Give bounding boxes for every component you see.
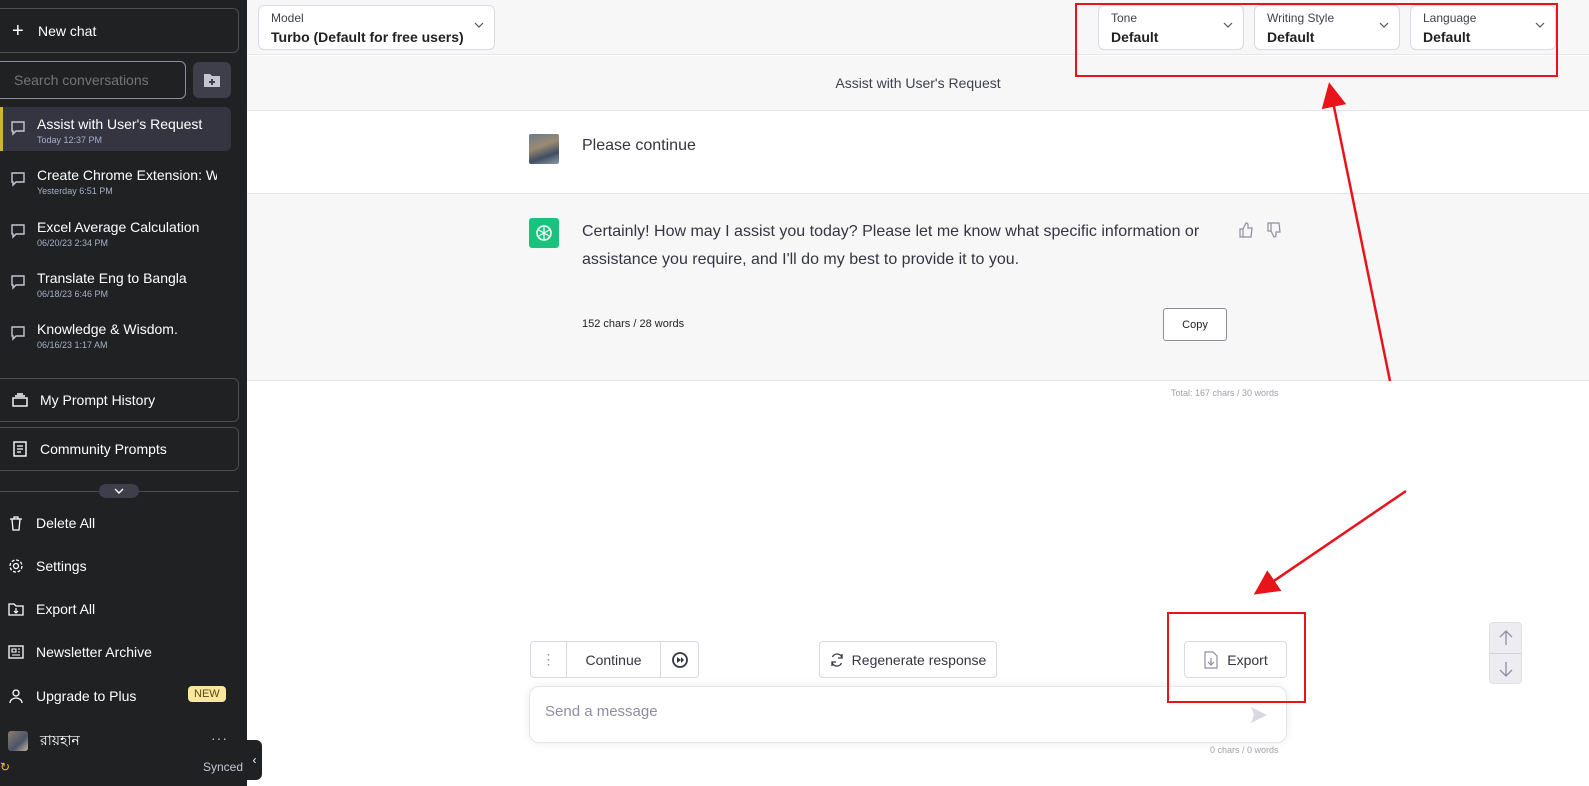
assistant-line: Certainly! How may I assist you today? P… xyxy=(582,223,1200,240)
conversation-title: Knowledge & Wisdom. xyxy=(37,321,178,337)
conversation-date: Today 12:37 PM xyxy=(37,135,103,145)
conversation-date: Yesterday 6:51 PM xyxy=(37,186,113,196)
user-message-text: Please continue xyxy=(582,137,696,154)
sync-status: Synced xyxy=(203,760,244,774)
chevron-down-icon xyxy=(114,488,124,494)
user-profile[interactable]: রায়হান xyxy=(8,729,80,753)
assistant-message: Certainly! How may I assist you today? P… xyxy=(247,194,1589,381)
trash-icon xyxy=(10,516,22,531)
model-value: Turbo (Default for free users) xyxy=(271,29,464,45)
thumbs-up-icon[interactable] xyxy=(1238,222,1254,238)
input-char-count: 0 chars / 0 words xyxy=(1210,745,1279,755)
export-all-label: Export All xyxy=(36,601,96,617)
conversation-item[interactable]: Create Chrome Extension: W Yesterday 6:51… xyxy=(0,158,231,202)
gear-icon xyxy=(9,559,23,573)
newspaper-icon xyxy=(8,645,24,659)
more-options-button[interactable]: ⋮ xyxy=(531,642,567,677)
chevron-down-icon xyxy=(474,22,484,28)
vertical-dots-icon: ⋮ xyxy=(541,651,556,667)
community-prompts-button[interactable]: Community Prompts xyxy=(0,427,239,471)
sync-icon: ↻ xyxy=(0,760,11,774)
upgrade-button[interactable]: Upgrade to Plus xyxy=(8,688,136,704)
chat-bubble-icon xyxy=(11,121,25,136)
upgrade-label: Upgrade to Plus xyxy=(36,688,137,704)
conversation-title: Excel Average Calculation xyxy=(37,219,200,235)
scroll-up-button[interactable] xyxy=(1490,623,1521,653)
conversation-title: Translate Eng to Bangla xyxy=(37,270,187,286)
expand-menu-button[interactable] xyxy=(99,484,139,498)
new-chat-label: New chat xyxy=(38,22,97,39)
more-options-icon[interactable]: ··· xyxy=(211,730,228,746)
conversation-date: 06/20/23 2:34 PM xyxy=(37,238,109,248)
message-char-count: 152 chars / 28 words xyxy=(582,318,685,330)
collapse-sidebar-button[interactable]: ‹ xyxy=(247,740,262,780)
community-prompts-label: Community Prompts xyxy=(40,441,167,457)
newsletter-archive-button[interactable]: Newsletter Archive xyxy=(8,644,152,660)
model-select[interactable]: Model Turbo (Default for free users) xyxy=(258,5,495,50)
export-all-button[interactable]: Export All xyxy=(8,601,95,617)
chat-bubble-icon xyxy=(11,172,25,187)
prompt-history-label: My Prompt History xyxy=(40,392,156,408)
sidebar: + New chat Assist with User's Request Tod… xyxy=(0,0,247,786)
prompt-history-button[interactable]: My Prompt History xyxy=(0,378,239,422)
conversation-title: Create Chrome Extension: W xyxy=(37,167,217,183)
page-title: Assist with User's Request xyxy=(835,75,1001,91)
new-badge: NEW xyxy=(188,686,226,702)
thumbs-down-icon[interactable] xyxy=(1266,222,1282,238)
settings-button[interactable]: Settings xyxy=(8,558,87,574)
conversation-item[interactable]: Assist with User's Request Today 12:37 PM xyxy=(0,107,231,151)
annotation-box-selects xyxy=(1075,3,1558,77)
auto-continue-button[interactable] xyxy=(661,642,698,677)
assistant-message-text: Certainly! How may I assist you today? P… xyxy=(582,218,1199,274)
model-label: Model xyxy=(271,11,304,25)
continue-controls: ⋮ Continue xyxy=(530,641,699,678)
conversation-date: 06/18/23 6:46 PM xyxy=(37,289,109,299)
chat-bubble-icon xyxy=(11,224,25,239)
arrow-up-icon xyxy=(1499,630,1512,645)
new-chat-button[interactable]: + New chat xyxy=(0,8,239,53)
fast-forward-icon xyxy=(671,651,688,668)
user-icon xyxy=(9,689,23,704)
conversation-date: 06/16/23 1:17 AM xyxy=(37,340,108,350)
openai-logo-icon xyxy=(529,218,559,248)
scroll-down-button[interactable] xyxy=(1490,654,1521,684)
delete-all-label: Delete All xyxy=(36,515,96,531)
continue-button[interactable]: Continue xyxy=(567,642,661,677)
conversation-item[interactable]: Excel Average Calculation 06/20/23 2:34 P… xyxy=(0,210,231,254)
chat-bubble-icon xyxy=(11,326,25,341)
refresh-icon xyxy=(831,652,843,667)
chevron-left-icon: ‹ xyxy=(252,753,257,767)
arrow-down-icon xyxy=(1499,662,1512,677)
stack-icon xyxy=(12,393,28,407)
conversation-title: Assist with User's Request xyxy=(37,116,203,132)
folder-plus-icon xyxy=(204,74,220,87)
export-icon xyxy=(8,603,24,616)
regenerate-button[interactable]: Regenerate response xyxy=(819,641,997,678)
user-name: রায়হান xyxy=(40,732,80,748)
scroll-controls xyxy=(1489,622,1522,684)
plus-icon: + xyxy=(12,19,24,42)
chat-bubble-icon xyxy=(11,275,25,290)
assistant-line: assistance you require, and I'll do my b… xyxy=(582,251,1020,268)
send-icon[interactable] xyxy=(1250,706,1268,724)
delete-all-button[interactable]: Delete All xyxy=(8,515,95,531)
book-icon xyxy=(13,441,27,457)
new-folder-button[interactable] xyxy=(193,62,231,98)
avatar xyxy=(8,731,28,751)
search-conversations-input[interactable] xyxy=(0,61,186,99)
annotation-arrow xyxy=(1253,489,1407,595)
annotation-box-export xyxy=(1167,612,1306,703)
conversation-item[interactable]: Knowledge & Wisdom. 06/16/23 1:17 AM xyxy=(0,312,231,356)
message-input[interactable] xyxy=(545,703,1225,720)
regenerate-label: Regenerate response xyxy=(851,651,987,668)
conversation-item[interactable]: Translate Eng to Bangla 06/18/23 6:46 PM xyxy=(0,261,231,305)
settings-label: Settings xyxy=(36,558,87,574)
avatar xyxy=(529,134,559,164)
newsletter-archive-label: Newsletter Archive xyxy=(36,644,152,660)
copy-button[interactable]: Copy xyxy=(1163,308,1227,341)
user-message: Please continue xyxy=(247,112,1589,194)
total-char-count: Total: 167 chars / 30 words xyxy=(1171,388,1279,398)
